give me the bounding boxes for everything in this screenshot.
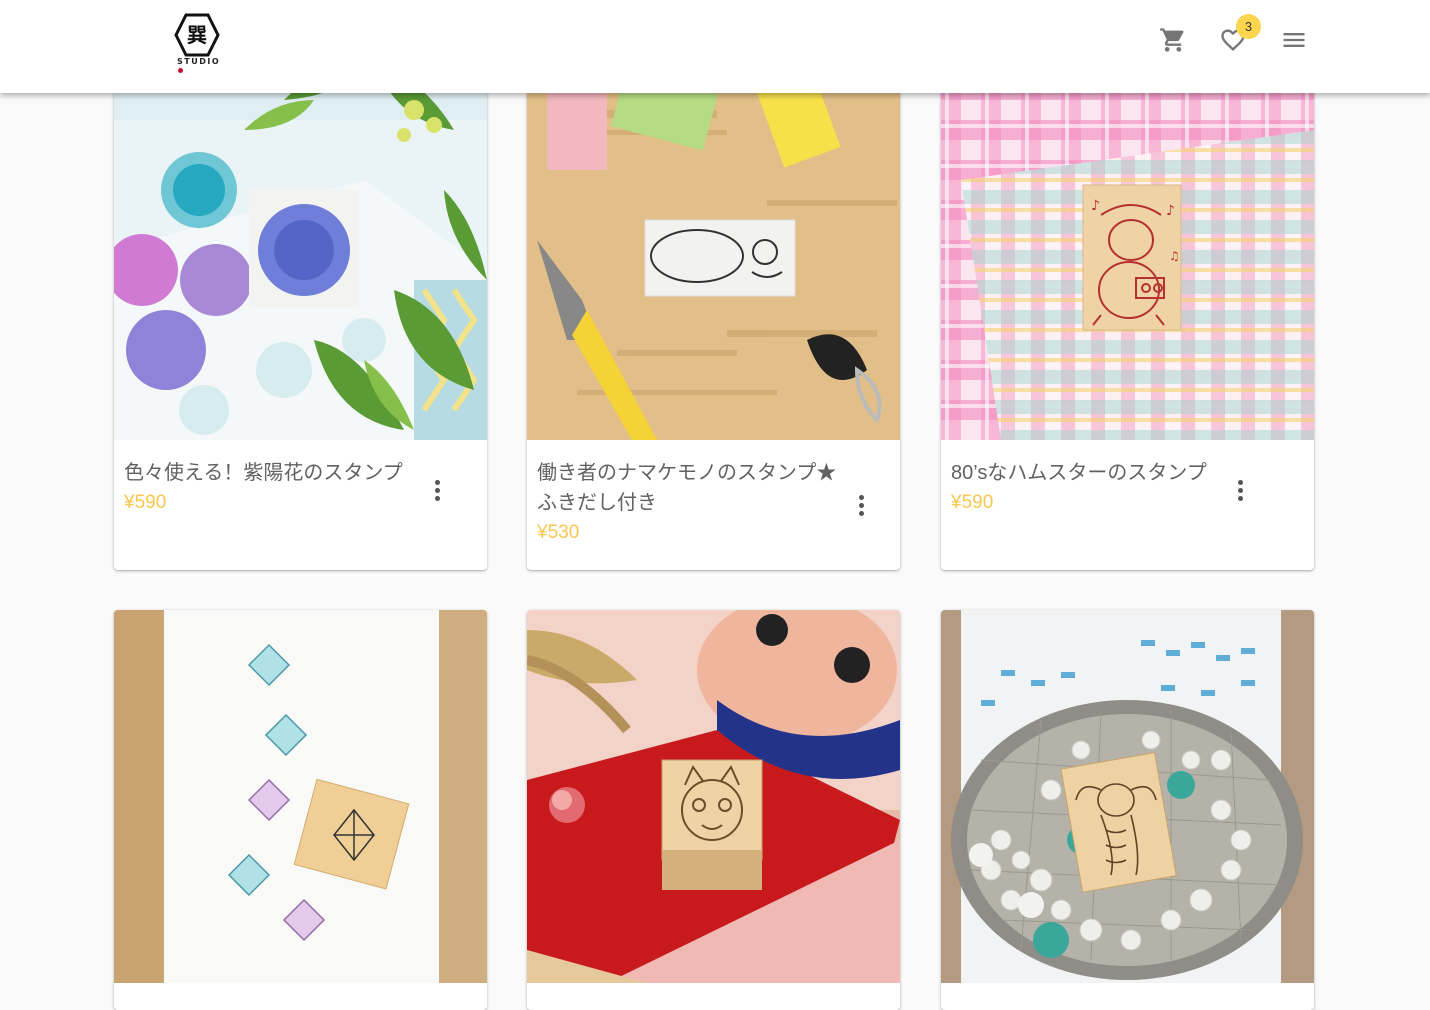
product-price: ¥590: [951, 492, 994, 513]
studio-logo[interactable]: 巽 STUDIO: [172, 13, 222, 73]
product-info: 80’sなハムスターのスタンプ ¥590: [941, 440, 1314, 570]
product-image-maneki-neko[interactable]: [527, 610, 900, 983]
product-card-amabie[interactable]: [941, 610, 1314, 1010]
logo-studio-text: STUDIO: [177, 57, 222, 75]
shopping-cart-icon: [1160, 28, 1184, 52]
product-title[interactable]: 働き者のナマケモノのスタンプ★ふきだし付き: [537, 458, 837, 518]
svg-text:♪: ♪: [1166, 203, 1175, 219]
product-card-pinwheel[interactable]: [114, 610, 487, 1010]
product-card-sloth[interactable]: 働き者のナマケモノのスタンプ★ふきだし付き ¥530: [527, 40, 900, 570]
product-image-pinwheel[interactable]: [114, 610, 487, 983]
product-image-amabie[interactable]: [941, 610, 1314, 983]
product-card-hydrangea[interactable]: 色々使える！紫陽花のスタンプ ¥590: [114, 40, 487, 570]
product-info: 色々使える！紫陽花のスタンプ ¥590: [114, 440, 487, 570]
favorites-count-badge: 3: [1236, 14, 1261, 39]
app-header: 巽 STUDIO 3: [0, 0, 1430, 93]
cart-button[interactable]: [1153, 20, 1193, 60]
product-card-maneki-neko[interactable]: [527, 610, 900, 1010]
product-info: 働き者のナマケモノのスタンプ★ふきだし付き ¥530: [527, 440, 900, 570]
menu-icon: [1283, 33, 1305, 47]
more-options-button[interactable]: [849, 490, 873, 520]
svg-text:♪: ♪: [1091, 198, 1100, 214]
product-card-hamster[interactable]: ♪ ♪ ♫ 80’sなハムスターのスタンプ ¥590: [941, 40, 1314, 570]
product-price: ¥530: [537, 522, 580, 543]
product-price: ¥590: [124, 492, 167, 513]
hamburger-menu-button[interactable]: [1274, 20, 1314, 60]
more-options-button[interactable]: [1228, 475, 1252, 505]
product-title[interactable]: 80’sなハムスターのスタンプ: [951, 458, 1251, 488]
logo-hexagon-icon: 巽: [174, 13, 220, 57]
svg-text:♫: ♫: [1169, 249, 1180, 263]
product-image-hydrangea[interactable]: [114, 40, 487, 440]
product-image-hamster[interactable]: ♪ ♪ ♫: [941, 40, 1314, 440]
product-title[interactable]: 色々使える！紫陽花のスタンプ: [124, 458, 424, 488]
more-options-button[interactable]: [425, 475, 449, 505]
svg-text:巽: 巽: [187, 23, 207, 47]
product-image-sloth[interactable]: [527, 40, 900, 440]
